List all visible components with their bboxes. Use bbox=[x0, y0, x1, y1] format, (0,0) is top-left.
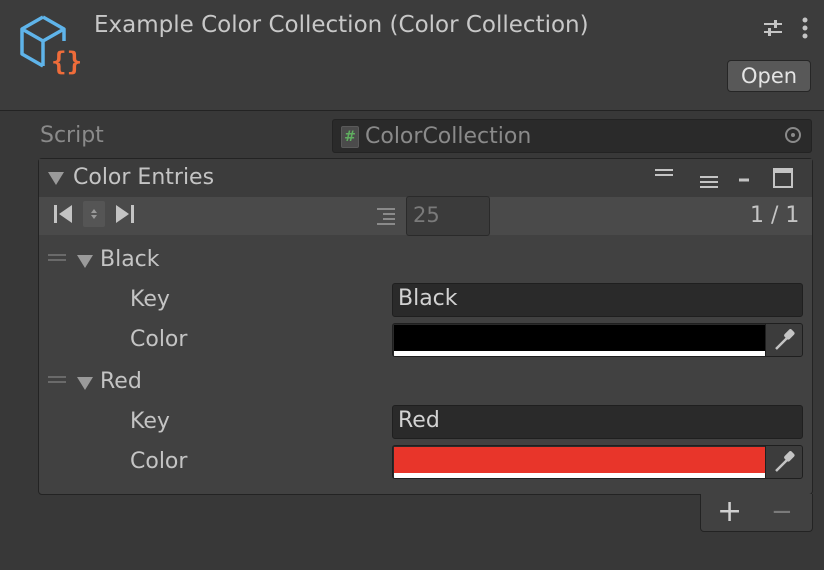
remove-entry-button[interactable]: − bbox=[771, 494, 793, 530]
drag-handle-icon[interactable] bbox=[48, 376, 66, 383]
page-stepper-icon[interactable] bbox=[83, 201, 105, 227]
kebab-menu-icon[interactable] bbox=[800, 16, 810, 40]
minimize-icon[interactable] bbox=[737, 175, 751, 185]
collapse-all-icon[interactable] bbox=[698, 173, 720, 189]
color-label: Color bbox=[130, 449, 188, 474]
foldout-arrow-icon[interactable] bbox=[48, 172, 64, 185]
foldout-arrow-icon[interactable] bbox=[77, 255, 93, 268]
key-field[interactable]: Red bbox=[392, 405, 803, 439]
foldout-arrow-icon[interactable] bbox=[77, 377, 93, 390]
alpha-bar bbox=[394, 351, 766, 356]
list-title[interactable]: Color Entries bbox=[73, 165, 214, 190]
list-footer: + − bbox=[700, 494, 813, 532]
page-size-input[interactable]: 25 bbox=[406, 196, 490, 236]
eyedropper-button[interactable] bbox=[765, 446, 802, 478]
color-label: Color bbox=[130, 327, 188, 352]
script-value: ColorCollection bbox=[365, 124, 532, 149]
scriptable-object-icon: {} bbox=[20, 15, 80, 76]
inspector-header: {} Example Color Collection (Color Colle… bbox=[0, 0, 824, 111]
first-page-icon[interactable] bbox=[51, 202, 75, 226]
color-field[interactable] bbox=[392, 323, 803, 357]
eyedropper-icon bbox=[775, 451, 795, 472]
csharp-script-icon: # bbox=[341, 126, 359, 148]
script-field[interactable]: # ColorCollection bbox=[332, 119, 812, 153]
page-indicator: 1 / 1 bbox=[750, 203, 800, 228]
object-picker-icon[interactable] bbox=[785, 127, 801, 143]
page-size-icon bbox=[377, 208, 395, 225]
open-button[interactable]: Open bbox=[727, 60, 811, 92]
last-page-icon[interactable] bbox=[113, 202, 137, 226]
entry-name[interactable]: Black bbox=[100, 247, 160, 272]
asset-title: Example Color Collection (Color Collecti… bbox=[94, 12, 589, 38]
expand-all-icon[interactable] bbox=[653, 167, 675, 183]
color-swatch[interactable] bbox=[394, 325, 766, 351]
entry-name[interactable]: Red bbox=[100, 369, 142, 394]
key-label: Key bbox=[130, 409, 170, 434]
script-label: Script bbox=[40, 123, 104, 148]
color-swatch[interactable] bbox=[394, 447, 766, 473]
add-entry-button[interactable]: + bbox=[717, 494, 742, 530]
sliders-icon[interactable] bbox=[762, 18, 784, 38]
key-field[interactable]: Black bbox=[392, 283, 803, 317]
key-label: Key bbox=[130, 287, 170, 312]
maximize-icon[interactable] bbox=[772, 167, 794, 189]
alpha-bar bbox=[394, 473, 766, 478]
list-header: Color Entries bbox=[39, 159, 812, 198]
drag-handle-icon[interactable] bbox=[48, 254, 66, 261]
eyedropper-icon bbox=[775, 329, 795, 350]
color-field[interactable] bbox=[392, 445, 803, 479]
eyedropper-button[interactable] bbox=[765, 324, 802, 356]
svg-text:{}: {} bbox=[51, 47, 80, 76]
